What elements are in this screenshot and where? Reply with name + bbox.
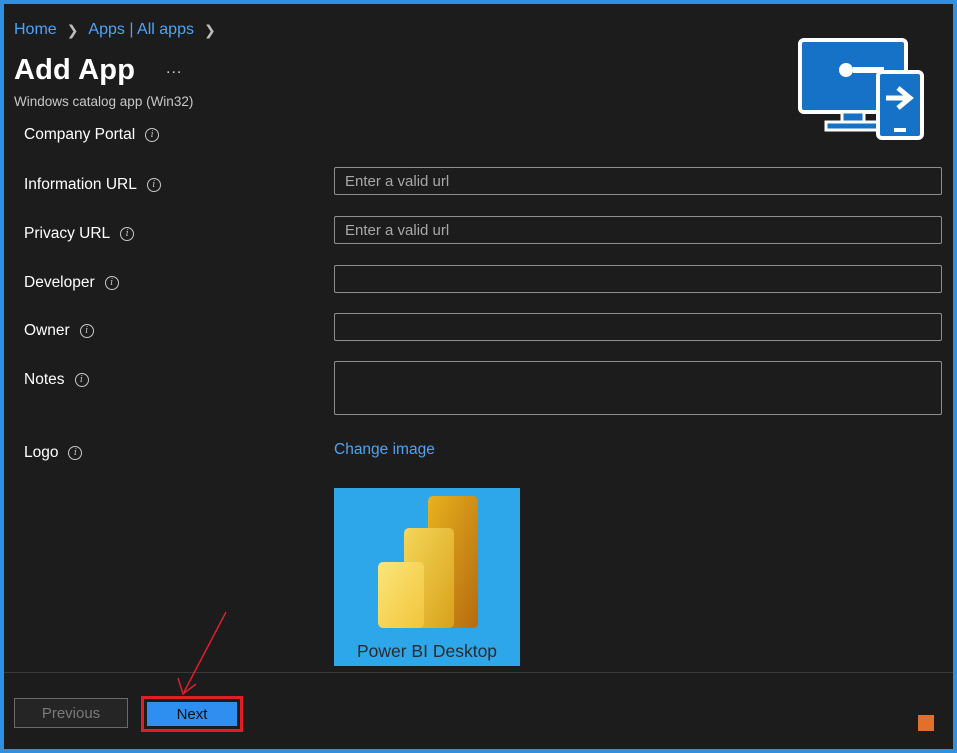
notes-label-text: Notes xyxy=(24,371,65,388)
breadcrumb-home[interactable]: Home xyxy=(14,21,57,39)
chevron-right-icon: ❯ xyxy=(203,21,216,38)
information-url-input[interactable] xyxy=(334,167,942,195)
info-icon[interactable]: i xyxy=(120,227,135,241)
info-icon[interactable]: i xyxy=(145,128,160,142)
privacy-url-label: Privacy URL i xyxy=(24,225,135,243)
notes-label: Notes i xyxy=(24,371,89,389)
notes-textarea[interactable] xyxy=(334,361,942,415)
information-url-label: Information URL i xyxy=(24,176,161,194)
logo-label: Logo i xyxy=(24,444,83,462)
footer-divider xyxy=(4,672,953,673)
info-icon[interactable]: i xyxy=(74,373,89,387)
privacy-url-label-text: Privacy URL xyxy=(24,225,111,242)
breadcrumb-apps[interactable]: Apps | All apps xyxy=(88,21,194,39)
owner-input[interactable] xyxy=(334,313,942,341)
next-button[interactable]: Next xyxy=(147,702,237,726)
ellipsis-icon[interactable]: ... xyxy=(166,60,182,78)
info-icon[interactable]: i xyxy=(146,178,161,192)
logo-caption: Power BI Desktop xyxy=(356,641,498,661)
company-portal-label: Company Portal i xyxy=(24,128,160,144)
company-portal-label-text: Company Portal xyxy=(24,128,136,143)
app-logo-preview: Power BI Desktop xyxy=(334,488,520,666)
app-window: Home ❯ Apps | All apps ❯ Add App ... Win… xyxy=(4,4,953,749)
developer-input[interactable] xyxy=(334,265,942,293)
power-bi-logo xyxy=(378,496,478,628)
info-icon[interactable]: i xyxy=(104,276,119,290)
previous-button[interactable]: Previous xyxy=(14,698,128,728)
breadcrumb: Home ❯ Apps | All apps ❯ xyxy=(14,21,226,39)
owner-label-text: Owner xyxy=(24,322,70,339)
page-subtitle: Windows catalog app (Win32) xyxy=(14,94,194,109)
info-icon[interactable]: i xyxy=(68,446,83,460)
info-icon[interactable]: i xyxy=(79,324,94,338)
privacy-url-input[interactable] xyxy=(334,216,942,244)
change-image-link[interactable]: Change image xyxy=(334,441,435,459)
remote-desktop-icon xyxy=(798,38,924,140)
watermark-logo xyxy=(918,715,934,731)
chevron-right-icon: ❯ xyxy=(66,21,79,38)
page-title: Add App xyxy=(14,54,136,86)
developer-label-text: Developer xyxy=(24,274,95,291)
annotation-arrow xyxy=(177,611,227,696)
owner-label: Owner i xyxy=(24,322,94,340)
information-url-label-text: Information URL xyxy=(24,176,137,193)
form-scroll-area[interactable]: Company Portal i Information URL i Priva… xyxy=(4,128,953,673)
logo-label-text: Logo xyxy=(24,444,59,461)
developer-label: Developer i xyxy=(24,274,119,292)
